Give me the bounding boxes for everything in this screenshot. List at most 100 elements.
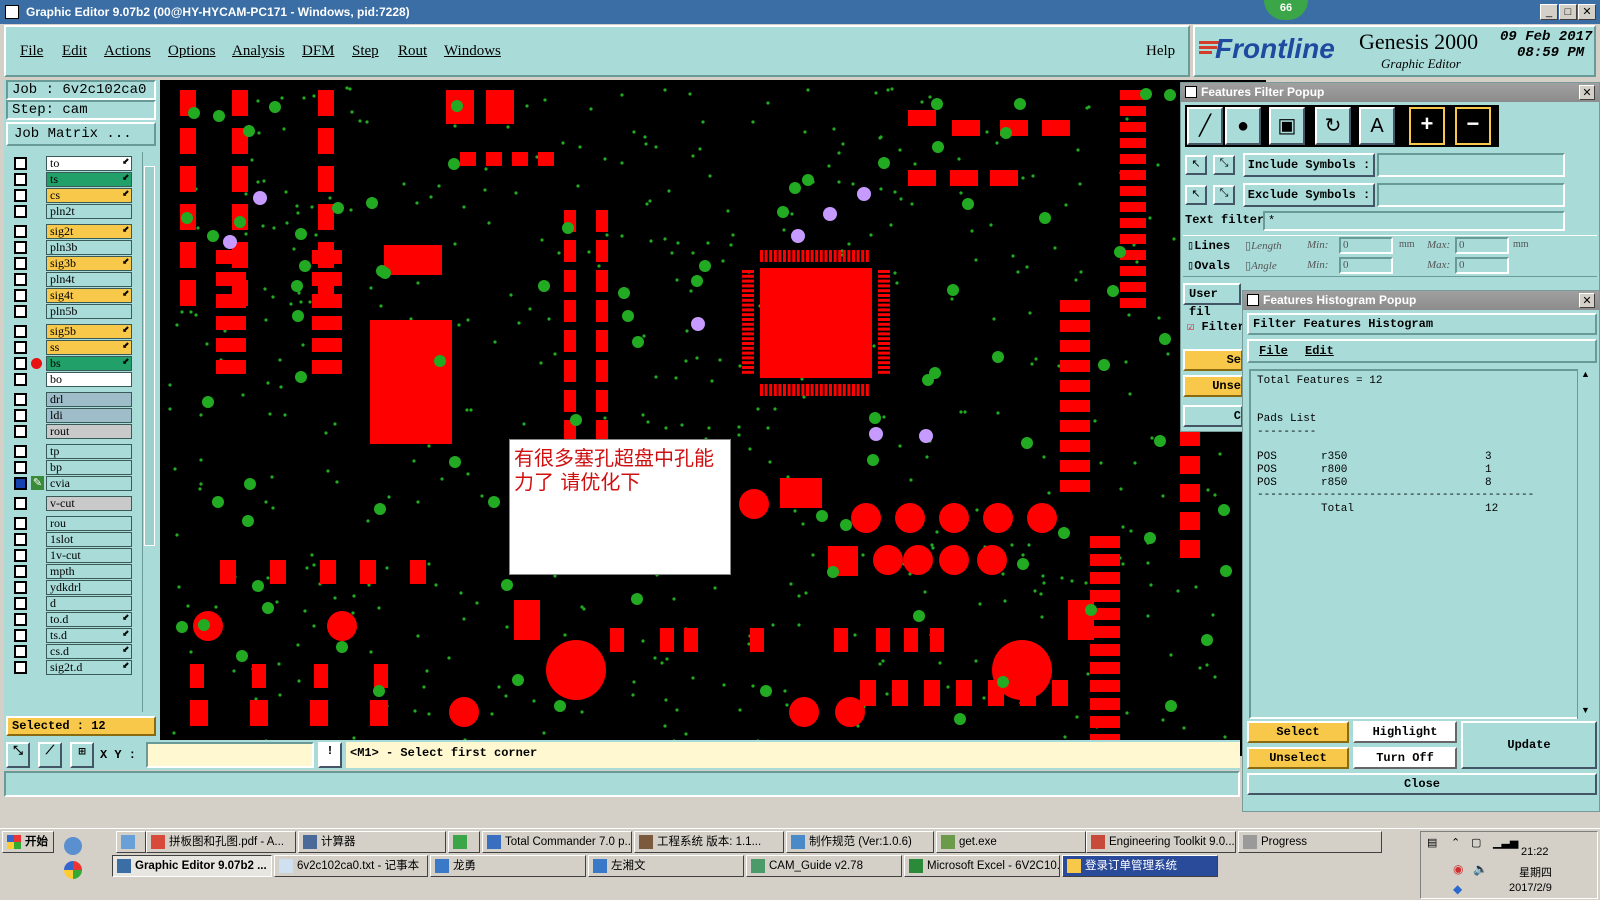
layer-row[interactable]: bs ⬋ bbox=[14, 356, 132, 371]
filter-checkbox[interactable]: ☑ Filter bbox=[1187, 319, 1245, 334]
layer-name[interactable]: cs bbox=[46, 188, 132, 203]
menu-windows[interactable]: Windows bbox=[444, 43, 501, 60]
angle-min-input[interactable]: 0 bbox=[1339, 257, 1393, 274]
menu-analysis[interactable]: Analysis bbox=[232, 43, 285, 60]
layer-name[interactable]: rou bbox=[46, 516, 132, 531]
menu-edit[interactable]: Edit bbox=[62, 43, 87, 60]
taskbar-item[interactable]: Engineering Toolkit 9.0... bbox=[1086, 831, 1236, 853]
layer-row[interactable]: ts ⬋ bbox=[14, 172, 132, 187]
arc-tool-icon[interactable]: ↻ bbox=[1315, 107, 1351, 145]
exclude-symbols-button[interactable]: Exclude Symbols : bbox=[1243, 183, 1375, 207]
layer-checkbox[interactable] bbox=[14, 409, 27, 422]
filter-close-button[interactable]: C bbox=[1183, 405, 1243, 427]
layer-checkbox[interactable] bbox=[14, 273, 27, 286]
taskbar-item[interactable]: Graphic Editor 9.07b2 ... bbox=[112, 855, 272, 877]
quicklaunch-desktop-icon[interactable] bbox=[64, 861, 82, 879]
length-min-input[interactable]: 0 bbox=[1339, 237, 1393, 254]
layer-checkbox[interactable] bbox=[14, 205, 27, 218]
layer-row[interactable]: to.d ⬋ bbox=[14, 612, 132, 627]
layer-name[interactable]: pln4t bbox=[46, 272, 132, 287]
layer-row[interactable]: ss ⬋ bbox=[14, 340, 132, 355]
taskbar-item[interactable]: Progress bbox=[1238, 831, 1382, 853]
layer-checkbox[interactable] bbox=[14, 357, 27, 370]
job-field[interactable]: Job : 6v2c102ca0 bbox=[6, 80, 156, 100]
layer-checkbox[interactable] bbox=[14, 305, 27, 318]
include-browse-icon[interactable]: ⤡ bbox=[1213, 155, 1235, 175]
taskbar-item[interactable]: 制作规范 (Ver:1.0.6) bbox=[786, 831, 934, 853]
histogram-row[interactable]: POS r350 3 bbox=[1257, 451, 1577, 464]
layer-row[interactable]: ldi bbox=[14, 408, 132, 423]
layer-name[interactable]: tp bbox=[46, 444, 132, 459]
layer-row[interactable]: rout bbox=[14, 424, 132, 439]
histogram-close-button[interactable]: Close bbox=[1247, 773, 1597, 795]
taskbar-item[interactable]: 工程系统 版本: 1.1... bbox=[634, 831, 784, 853]
histogram-select-button[interactable]: Select bbox=[1247, 721, 1349, 743]
menu-help[interactable]: Help bbox=[1146, 43, 1175, 60]
layer-checkbox[interactable] bbox=[14, 189, 27, 202]
layer-checkbox[interactable] bbox=[14, 645, 27, 658]
layer-row[interactable]: pln3b bbox=[14, 240, 132, 255]
layer-checkbox[interactable] bbox=[14, 373, 27, 386]
layer-name[interactable]: bp bbox=[46, 460, 132, 475]
layer-checkbox[interactable] bbox=[14, 257, 27, 270]
histogram-turnoff-button[interactable]: Turn Off bbox=[1353, 747, 1457, 769]
layer-name[interactable]: ss bbox=[46, 340, 132, 355]
layer-checkbox[interactable] bbox=[14, 341, 27, 354]
histogram-unselect-button[interactable]: Unselect bbox=[1247, 747, 1349, 769]
layer-name[interactable]: ldi bbox=[46, 408, 132, 423]
layer-row[interactable]: pln4t bbox=[14, 272, 132, 287]
angle-checkbox[interactable]: ▯Angle bbox=[1245, 259, 1277, 272]
layer-row[interactable]: 1slot bbox=[14, 532, 132, 547]
layer-checkbox[interactable] bbox=[14, 613, 27, 626]
filter-select-button[interactable]: Se bbox=[1183, 349, 1243, 371]
exclude-pick-icon[interactable]: ↖ bbox=[1185, 185, 1207, 205]
include-symbols-input[interactable] bbox=[1377, 153, 1565, 177]
tray-monitor-icon[interactable]: ▢ bbox=[1471, 836, 1481, 849]
layer-name[interactable]: ts.d bbox=[46, 628, 132, 643]
layer-row[interactable]: sig2t ⬋ bbox=[14, 224, 132, 239]
layer-checkbox[interactable] bbox=[14, 477, 27, 490]
histogram-popup-close[interactable]: ✕ bbox=[1579, 293, 1595, 308]
menu-options[interactable]: Options bbox=[168, 43, 216, 60]
layer-row[interactable]: ✎ cvia bbox=[14, 476, 132, 491]
histogram-highlight-button[interactable]: Highlight bbox=[1353, 721, 1457, 743]
layer-row[interactable]: v-cut bbox=[14, 496, 132, 511]
quicklaunch-task[interactable] bbox=[116, 831, 146, 853]
layer-row[interactable]: cs ⬋ bbox=[14, 188, 132, 203]
histogram-menu-file[interactable]: File bbox=[1259, 344, 1288, 358]
layer-name[interactable]: sig4t bbox=[46, 288, 132, 303]
layer-name[interactable]: sig5b bbox=[46, 324, 132, 339]
taskbar-item[interactable]: 龙勇 bbox=[430, 855, 586, 877]
filter-popup-close[interactable]: ✕ bbox=[1579, 85, 1595, 100]
layer-checkbox[interactable] bbox=[14, 517, 27, 530]
warning-icon[interactable]: ! bbox=[318, 742, 342, 768]
layer-name[interactable]: pln5b bbox=[46, 304, 132, 319]
tray-arrow-icon[interactable]: ⌃ bbox=[1451, 836, 1460, 849]
layer-name[interactable]: mpth bbox=[46, 564, 132, 579]
clock-time[interactable]: 21:22 bbox=[1521, 846, 1549, 858]
layer-row[interactable]: 1v-cut bbox=[14, 548, 132, 563]
include-pick-icon[interactable]: ↖ bbox=[1185, 155, 1207, 175]
layer-row[interactable]: cs.d ⬋ bbox=[14, 644, 132, 659]
layer-row[interactable]: to ⬋ bbox=[14, 156, 132, 171]
layer-name[interactable]: pln3b bbox=[46, 240, 132, 255]
layer-name[interactable]: rout bbox=[46, 424, 132, 439]
layer-name[interactable]: to.d bbox=[46, 612, 132, 627]
layer-row[interactable]: bo bbox=[14, 372, 132, 387]
taskbar-item[interactable]: 计算器 bbox=[298, 831, 446, 853]
layer-row[interactable]: pln5b bbox=[14, 304, 132, 319]
layer-checkbox[interactable] bbox=[14, 581, 27, 594]
layer-row[interactable]: ydkdrl bbox=[14, 580, 132, 595]
grid-icon[interactable]: ⊞ bbox=[70, 742, 94, 768]
layer-name[interactable]: 1v-cut bbox=[46, 548, 132, 563]
layer-name[interactable]: d bbox=[46, 596, 132, 611]
layer-checkbox[interactable] bbox=[14, 241, 27, 254]
taskbar-item[interactable]: Total Commander 7.0 p... bbox=[482, 831, 632, 853]
layer-checkbox[interactable] bbox=[14, 445, 27, 458]
layer-row[interactable]: pln2t bbox=[14, 204, 132, 219]
histogram-update-button[interactable]: Update bbox=[1461, 721, 1597, 769]
maximize-button[interactable]: □ bbox=[1559, 4, 1577, 20]
text-tool-icon[interactable]: A bbox=[1359, 107, 1395, 145]
layer-name[interactable]: bo bbox=[46, 372, 132, 387]
step-field[interactable]: Step: cam bbox=[6, 100, 156, 120]
